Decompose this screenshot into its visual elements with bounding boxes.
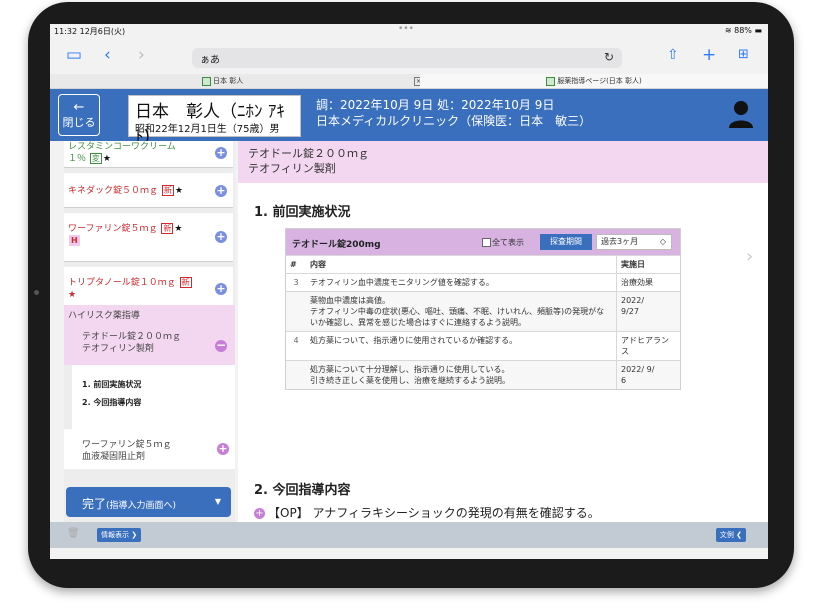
prescription-info: 調：2022年10月 9日 処：2022年10月 9日 日本メディカルクリニック… — [316, 97, 591, 129]
screen: 11:32 12月6日(火) ••• ≋ 88% ▬ ▭ ‹ › ぁあ ↻ ⇧ … — [50, 24, 768, 559]
sub-section-list: 1. 前回実施状況 2. 今回指導内容 — [72, 365, 235, 429]
search-period-button[interactable]: 探査期間 — [540, 234, 592, 250]
patient-birth: 昭和22年12月1日生（75歳）男 — [135, 124, 280, 135]
trash-icon[interactable]: 🗑 — [67, 528, 80, 539]
battery-percent: 88% — [734, 26, 752, 35]
complete-button[interactable]: 完了(指導入力画面へ) ▼ — [66, 487, 231, 517]
battery-icon: ▬ — [754, 26, 762, 35]
add-icon[interactable]: + — [215, 147, 227, 159]
app-header: ← 閉じる 日本 彰人（ﾆﾎﾝ ｱｷﾄ) 昭和22年12月1日生（75歳）男 調… — [50, 89, 768, 147]
add-icon[interactable]: + — [215, 231, 227, 243]
back-icon[interactable]: ‹ — [104, 46, 111, 64]
sidebar-toggle-icon[interactable]: ▭ — [66, 46, 82, 64]
high-risk-badge: H — [69, 235, 80, 246]
changed-badge: 変 — [89, 153, 102, 164]
col-content: 内容 — [306, 255, 617, 274]
address-bar[interactable]: ぁあ ↻ — [192, 48, 622, 68]
battery-status: ≋ 88% ▬ — [725, 26, 762, 35]
drug-card-label: キネダック錠５０ｍｇ 新 ★ — [68, 185, 183, 196]
browser-tabs: 日本 彰人 × 服薬指導ページ(日本 彰人) — [50, 74, 768, 89]
user-icon[interactable] — [728, 99, 754, 129]
star-icon: ★ — [102, 154, 111, 164]
close-button[interactable]: ← 閉じる — [58, 94, 100, 136]
drug-card-warfarin[interactable]: ワーファリン錠５ｍｇ 新 ★ H + — [64, 213, 233, 262]
add-icon[interactable]: + — [254, 508, 265, 519]
sidebar-subitem-previous[interactable]: 1. 前回実施状況 — [82, 379, 141, 390]
new-badge: 新 — [161, 185, 174, 196]
drug-card-label: レスタミンコーワクリーム １％ 変 ★ — [68, 142, 176, 164]
dispense-date-line: 調：2022年10月 9日 処：2022年10月 9日 — [316, 98, 555, 112]
new-badge: 新 — [179, 277, 192, 288]
select-chevron-icon: ◇ — [659, 237, 666, 246]
history-table-header: テオドール錠200mg 全て表示 探査期間 過去3ヶ月 ◇ — [286, 229, 680, 255]
drug-card-kinedak[interactable]: キネダック錠５０ｍｇ 新 ★ + — [64, 173, 233, 208]
table-row: 薬物血中濃度は高値。 テオフィリン中毒の症状(悪心、嘔吐、頭痛、不眠、けいれん、… — [286, 291, 680, 332]
next-drug-name: ワーファリン錠５ｍｇ — [82, 440, 172, 450]
patient-box: 日本 彰人（ﾆﾎﾝ ｱｷﾄ) 昭和22年12月1日生（75歳）男 — [128, 95, 301, 147]
forward-icon[interactable]: › — [138, 46, 145, 64]
drug-sidebar: レスタミンコーワクリーム １％ 変 ★ + キネダック錠５０ｍｇ 新 ★ + ワーフ… — [64, 141, 235, 522]
table-row: 4 処方薬について、指示通りに使用されているか確認する。 アドヒアランス — [286, 331, 680, 361]
star-icon: ★ — [68, 290, 77, 300]
high-risk-section-title: ハイリスク薬指導 — [64, 305, 235, 327]
tab-favicon-icon — [202, 76, 211, 86]
drug-card-tryptanol[interactable]: トリプタノール錠１０ｍｇ 新 ★ + — [64, 267, 233, 306]
tab-patient[interactable]: 日本 彰人 — [202, 74, 262, 88]
content-drug-name: テオドール錠２００ｍｇ — [248, 147, 369, 160]
content-drug-category: テオフィリン製剤 — [248, 162, 336, 175]
section2-title: 2. 今回指導内容 — [254, 483, 351, 498]
active-drug-name: テオドール錠２００ｍｇ — [82, 332, 182, 342]
add-icon[interactable]: + — [215, 283, 227, 295]
clinic-line: 日本メディカルクリニック（保険医：日本 敏三） — [316, 114, 592, 128]
star-icon: ★ — [174, 186, 183, 196]
example-button[interactable]: 文例 ❮ — [715, 528, 746, 542]
tab-favicon-icon — [546, 76, 556, 86]
reload-icon[interactable]: ↻ — [604, 50, 614, 64]
next-drug-category: 血液凝固阻止剤 — [82, 452, 146, 462]
main-content: テオドール錠２００ｍｇ テオフィリン製剤 1. 前回実施状況 テオドール錠200… — [238, 141, 768, 522]
show-all-checkbox[interactable]: 全て表示 — [482, 237, 524, 248]
table-drug-name: テオドール錠200mg — [292, 240, 381, 250]
section1-title: 1. 前回実施状況 — [254, 205, 351, 220]
tab-guidance[interactable]: 服薬指導ページ(日本 彰人) — [420, 74, 768, 88]
op-item: + 【OP】 アナフィラキシーショックの発現の有無を確認する。 — [254, 506, 600, 520]
col-number: # — [286, 255, 306, 274]
drug-card-restamin[interactable]: レスタミンコーワクリーム １％ 変 ★ + — [64, 141, 233, 168]
table-row: 処方薬について十分理解し、指示通りに使用している。 引き続き正しく薬を使用し、治… — [286, 360, 680, 389]
collapse-icon[interactable]: − — [215, 339, 227, 352]
sidebar-item-warfarin[interactable]: ワーファリン錠５ｍｇ 血液凝固阻止剤 + — [64, 429, 235, 469]
active-drug-category: テオフィリン製剤 — [82, 344, 154, 354]
table-row: 3 テオフィリン血中濃度モニタリング値を確認する。 治療効果 — [286, 273, 680, 292]
status-time: 11:32 12月6日(火) — [54, 27, 126, 36]
new-tab-icon[interactable]: + — [702, 46, 716, 64]
col-date: 実施日 — [616, 255, 680, 274]
browser-toolbar: ▭ ‹ › ぁあ ↻ ⇧ + ⊞ — [50, 40, 768, 74]
camera-dot — [34, 290, 39, 295]
drug-banner: テオドール錠２００ｍｇ テオフィリン製剤 — [238, 141, 768, 183]
address-text: ぁあ — [200, 55, 220, 66]
history-table-body: # 内容 実施日 3 テオフィリン血中濃度モニタリング値を確認する。 治療効果 … — [286, 255, 680, 389]
next-arrow-icon[interactable]: › — [746, 246, 753, 267]
sidebar-subitem-current[interactable]: 2. 今回指導内容 — [82, 397, 141, 408]
footer-bar: 🗑 情報表示 ❯ 文例 ❮ — [50, 522, 768, 548]
drug-card-label: トリプタノール錠１０ｍｇ 新 ★ — [68, 277, 192, 300]
status-bar: 11:32 12月6日(火) ••• ≋ 88% ▬ — [50, 24, 768, 40]
caret-down-icon[interactable]: ▼ — [215, 497, 221, 506]
share-icon[interactable]: ⇧ — [667, 46, 679, 64]
new-badge: 新 — [161, 223, 174, 234]
period-select[interactable]: 過去3ヶ月 ◇ — [596, 234, 672, 250]
drug-card-label: ワーファリン錠５ｍｇ 新 ★ H — [68, 223, 183, 246]
tab-overview-icon[interactable]: ⊞ — [738, 46, 749, 64]
history-table: テオドール錠200mg 全て表示 探査期間 過去3ヶ月 ◇ # 内容 実施日 3 … — [285, 228, 681, 390]
add-icon[interactable]: + — [217, 443, 229, 455]
wifi-icon: ≋ — [724, 26, 732, 35]
add-icon[interactable]: + — [215, 185, 227, 197]
star-icon: ★ — [174, 224, 183, 234]
info-display-button[interactable]: 情報表示 ❯ — [97, 528, 142, 542]
multitask-dots[interactable]: ••• — [398, 24, 414, 34]
sidebar-item-theodur[interactable]: テオドール錠２００ｍｇ テオフィリン製剤 − — [64, 327, 235, 365]
arrow-left-icon: ← — [73, 100, 85, 115]
